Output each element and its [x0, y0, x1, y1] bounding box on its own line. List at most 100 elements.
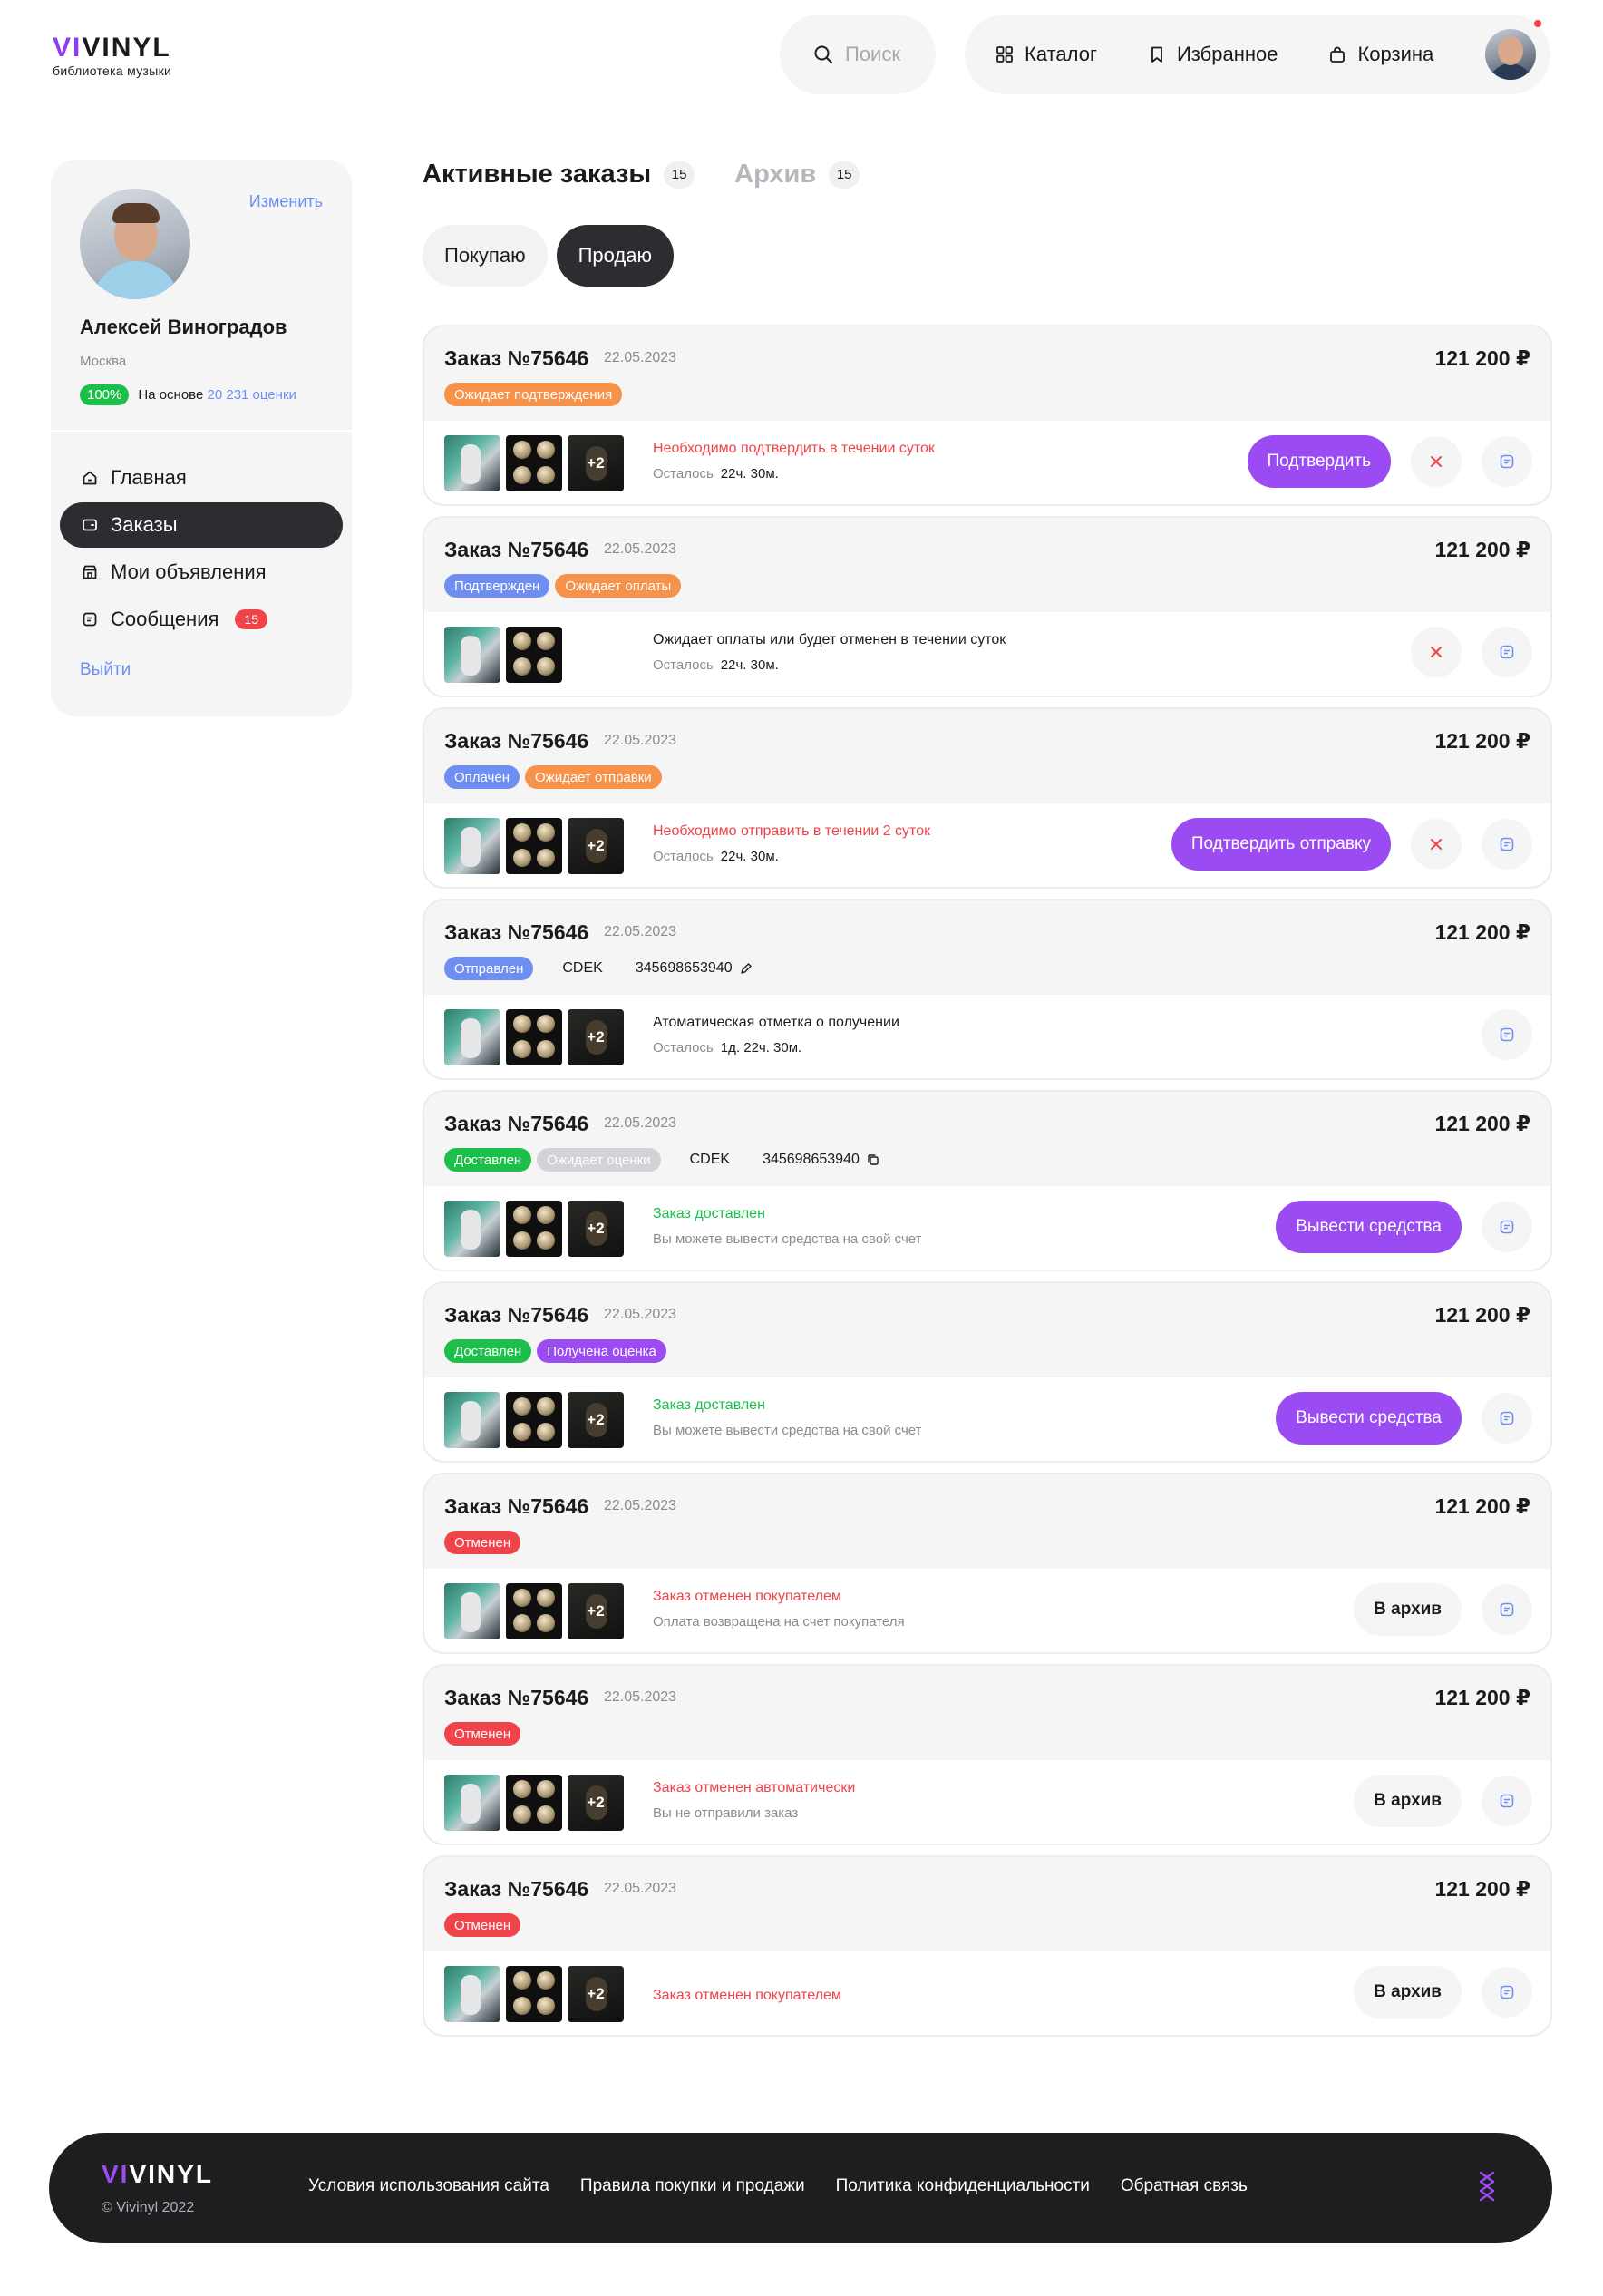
album-cover: [444, 1392, 500, 1448]
order-status-info: Заказ отменен автоматически Вы не отправ…: [653, 1780, 855, 1821]
segment-selling[interactable]: Продаю: [556, 225, 674, 287]
cancel-order-button[interactable]: [1411, 627, 1462, 677]
user-avatar[interactable]: [1485, 29, 1536, 80]
album-cover-more[interactable]: +2: [568, 1009, 624, 1065]
order-date: 22.05.2023: [604, 1115, 677, 1131]
chat-button[interactable]: [1482, 1584, 1532, 1635]
order-actions: Подтвердить: [1247, 435, 1532, 488]
rating-count-link[interactable]: 20 231 оценки: [208, 387, 296, 403]
order-body: +2 Необходимо подтвердить в течении суто…: [424, 421, 1550, 504]
site-footer: VIVINYL © Vivinyl 2022 Условия использов…: [49, 2133, 1552, 2243]
archive-button[interactable]: В архив: [1354, 1583, 1462, 1636]
profile-name: Алексей Виноградов: [80, 316, 287, 338]
status-badge: Ожидает оценки: [537, 1148, 661, 1172]
logout-link[interactable]: Выйти: [80, 660, 131, 680]
order-header: Заказ №75646 22.05.2023 121 200 ₽ Отправ…: [424, 900, 1550, 995]
order-items: +2: [444, 1966, 624, 2022]
sidebar-item-label: Главная: [111, 466, 187, 489]
order-number[interactable]: Заказ №75646: [444, 920, 588, 945]
order-number[interactable]: Заказ №75646: [444, 1494, 588, 1519]
chat-button[interactable]: [1482, 436, 1532, 487]
order-number[interactable]: Заказ №75646: [444, 1112, 588, 1136]
chat-button[interactable]: [1482, 627, 1532, 677]
nav-favorites[interactable]: Избранное: [1148, 43, 1278, 66]
sidebar-item-label: Мои объявления: [111, 560, 267, 583]
album-cover-more[interactable]: +2: [568, 1966, 624, 2022]
more-items-count: +2: [568, 435, 624, 491]
tracking-number: 345698653940: [763, 1152, 860, 1167]
album-cover: [444, 627, 500, 683]
order-number[interactable]: Заказ №75646: [444, 346, 588, 371]
order-card: Заказ №75646 22.05.2023 121 200 ₽ Достав…: [423, 1090, 1552, 1271]
order-date: 22.05.2023: [604, 733, 677, 748]
archive-button[interactable]: В архив: [1354, 1775, 1462, 1827]
footer-link-terms[interactable]: Условия использования сайта: [308, 2176, 549, 2196]
status-description: Вы можете вывести средства на свой счет: [653, 1231, 922, 1247]
album-cover: [506, 627, 562, 683]
tab-active-orders[interactable]: Активные заказы 15: [423, 160, 695, 190]
order-action-button[interactable]: Подтвердить отправку: [1171, 818, 1391, 871]
album-cover-more[interactable]: +2: [568, 1392, 624, 1448]
order-number[interactable]: Заказ №75646: [444, 729, 588, 754]
edit-icon[interactable]: [740, 962, 753, 975]
search-button[interactable]: Поиск: [780, 15, 936, 94]
segment-buying[interactable]: Покупаю: [423, 225, 548, 287]
footer-link-feedback[interactable]: Обратная связь: [1121, 2176, 1248, 2196]
order-actions: В архив: [1354, 1583, 1532, 1636]
order-actions: В архив: [1354, 1775, 1532, 1827]
order-price: 121 200 ₽: [1434, 1303, 1530, 1327]
nav-catalog[interactable]: Каталог: [996, 43, 1097, 66]
order-tags: Подтвержден Ожидает оплаты: [444, 574, 682, 598]
chat-icon: [1500, 837, 1514, 851]
cancel-order-button[interactable]: [1411, 436, 1462, 487]
sidebar-item-orders[interactable]: Заказы: [60, 502, 343, 548]
chat-icon: [1500, 1027, 1514, 1042]
role-switch: Покупаю Продаю: [423, 225, 674, 287]
album-cover-more[interactable]: +2: [568, 1583, 624, 1639]
tracking-number: 345698653940: [635, 960, 733, 976]
chat-icon: [1500, 1602, 1514, 1617]
edit-profile-link[interactable]: Изменить: [249, 192, 323, 211]
brand-mark-icon[interactable]: [1476, 2169, 1498, 2205]
archive-button[interactable]: В архив: [1354, 1966, 1462, 2019]
chat-button[interactable]: [1482, 1393, 1532, 1444]
album-cover-more[interactable]: +2: [568, 1775, 624, 1831]
chat-button[interactable]: [1482, 1967, 1532, 2018]
footer-link-rules[interactable]: Правила покупки и продажи: [580, 2176, 805, 2196]
chat-button[interactable]: [1482, 1009, 1532, 1060]
order-action-button[interactable]: Вывести средства: [1276, 1201, 1462, 1253]
copy-icon[interactable]: [867, 1153, 879, 1166]
order-number[interactable]: Заказ №75646: [444, 1686, 588, 1710]
album-cover-more[interactable]: +2: [568, 435, 624, 491]
site-header: VIVINYL библиотека музыки Поиск Каталог …: [0, 0, 1603, 109]
orders-tabs: Активные заказы 15 Архив 15: [423, 160, 899, 190]
footer-link-privacy[interactable]: Политика конфиденциальности: [836, 2176, 1090, 2196]
nav-cart[interactable]: Корзина: [1328, 43, 1433, 66]
status-message: Заказ отменен покупателем: [653, 1988, 841, 2003]
tab-archive[interactable]: Архив 15: [734, 160, 860, 190]
chat-button[interactable]: [1482, 1202, 1532, 1252]
close-icon: [1431, 647, 1442, 657]
order-number[interactable]: Заказ №75646: [444, 1877, 588, 1902]
order-items: +2: [444, 1583, 624, 1639]
order-action-button[interactable]: Вывести средства: [1276, 1392, 1462, 1445]
cancel-order-button[interactable]: [1411, 819, 1462, 870]
chat-icon: [1500, 645, 1514, 659]
profile-avatar: [80, 189, 190, 299]
order-number[interactable]: Заказ №75646: [444, 1303, 588, 1328]
logo[interactable]: VIVINYL библиотека музыки: [53, 34, 171, 79]
sidebar-item-messages[interactable]: Сообщения 15: [60, 597, 343, 642]
order-action-button[interactable]: Подтвердить: [1247, 435, 1391, 488]
sidebar-item-listings[interactable]: Мои объявления: [60, 550, 343, 595]
chat-button[interactable]: [1482, 1776, 1532, 1826]
album-cover-more[interactable]: +2: [568, 818, 624, 874]
shop-icon: [83, 565, 97, 579]
footer-logo[interactable]: VIVINYL: [102, 2160, 213, 2189]
order-header: Заказ №75646 22.05.2023 121 200 ₽ Достав…: [424, 1283, 1550, 1377]
order-number[interactable]: Заказ №75646: [444, 538, 588, 562]
profile-sidebar: Изменить Алексей Виноградов Москва 100% …: [51, 160, 352, 716]
chat-button[interactable]: [1482, 819, 1532, 870]
album-cover-more[interactable]: +2: [568, 1201, 624, 1257]
status-badge: Получена оценка: [537, 1339, 666, 1363]
sidebar-item-home[interactable]: Главная: [60, 455, 343, 501]
